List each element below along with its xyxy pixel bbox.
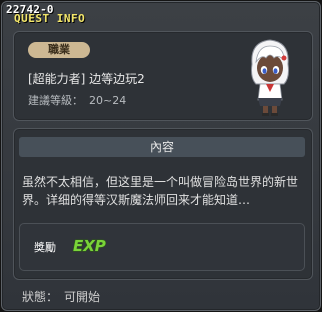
quest-status: 狀態： 可開始: [22, 288, 100, 305]
content-header: 內容: [19, 137, 305, 157]
quest-name: [超能力者] 边等边玩2: [28, 72, 145, 86]
quest-content-panel: 內容 虽然不太相信，但这里是一个叫做冒险岛世界的新世界。详细的得等汉斯魔法师回来…: [13, 128, 313, 280]
exp-icon: EXP: [73, 237, 107, 256]
npc-portrait-icon: [251, 39, 289, 116]
recommended-level: 建議等級： 20~24: [28, 92, 126, 108]
reward-box: 獎勵 EXP: [19, 223, 305, 271]
quest-summary-panel: 職業 [超能力者] 边等边玩2 建議等級： 20~24: [13, 31, 313, 121]
exp-text: EXP: [73, 237, 106, 255]
status-label: 狀態：: [22, 290, 59, 304]
content-text: 虽然不太相信，但这里是一个叫做冒险岛世界的新世界。详细的得等汉斯魔法师回来才能知…: [22, 175, 299, 207]
status-value: 可開始: [64, 290, 101, 304]
window-title: QUEST INFO: [14, 12, 86, 25]
level-value: 20~24: [89, 94, 127, 107]
job-badge: 職業: [28, 42, 90, 58]
level-label: 建議等級：: [28, 94, 83, 107]
reward-label: 獎勵: [34, 241, 56, 254]
quest-info-window: 22742-0 QUEST INFO 職業 [超能力者] 边等边玩2 建議等級：…: [1, 1, 321, 311]
